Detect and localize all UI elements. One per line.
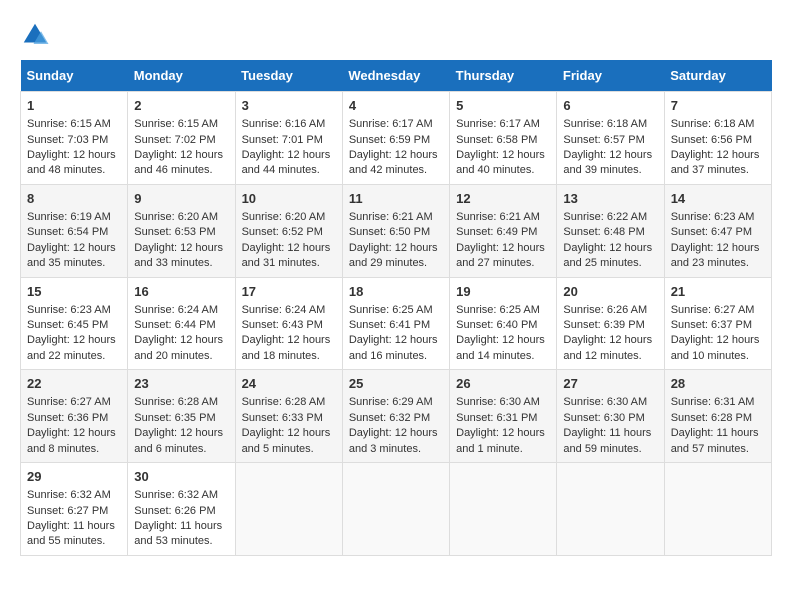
day-cell-26: 26Sunrise: 6:30 AMSunset: 6:31 PMDayligh… — [450, 370, 557, 463]
day-cell-5: 5Sunrise: 6:17 AMSunset: 6:58 PMDaylight… — [450, 92, 557, 185]
calendar-table: SundayMondayTuesdayWednesdayThursdayFrid… — [20, 60, 772, 556]
day-num: 25 — [349, 375, 443, 393]
day-num: 6 — [563, 97, 657, 115]
day-cell-1: 1Sunrise: 6:15 AMSunset: 7:03 PMDaylight… — [21, 92, 128, 185]
day-cell-23: 23Sunrise: 6:28 AMSunset: 6:35 PMDayligh… — [128, 370, 235, 463]
day-cell-27: 27Sunrise: 6:30 AMSunset: 6:30 PMDayligh… — [557, 370, 664, 463]
calendar-week-4: 29Sunrise: 6:32 AMSunset: 6:27 PMDayligh… — [21, 463, 772, 556]
header-thursday: Thursday — [450, 60, 557, 92]
day-cell-22: 22Sunrise: 6:27 AMSunset: 6:36 PMDayligh… — [21, 370, 128, 463]
day-num: 26 — [456, 375, 550, 393]
day-num: 3 — [242, 97, 336, 115]
day-cell-15: 15Sunrise: 6:23 AMSunset: 6:45 PMDayligh… — [21, 277, 128, 370]
calendar-header-row: SundayMondayTuesdayWednesdayThursdayFrid… — [21, 60, 772, 92]
day-cell-3: 3Sunrise: 6:16 AMSunset: 7:01 PMDaylight… — [235, 92, 342, 185]
day-num: 27 — [563, 375, 657, 393]
day-num: 23 — [134, 375, 228, 393]
day-cell-20: 20Sunrise: 6:26 AMSunset: 6:39 PMDayligh… — [557, 277, 664, 370]
day-cell-13: 13Sunrise: 6:22 AMSunset: 6:48 PMDayligh… — [557, 184, 664, 277]
day-num: 7 — [671, 97, 765, 115]
header-friday: Friday — [557, 60, 664, 92]
day-num: 17 — [242, 283, 336, 301]
day-num: 16 — [134, 283, 228, 301]
day-cell-9: 9Sunrise: 6:20 AMSunset: 6:53 PMDaylight… — [128, 184, 235, 277]
day-num: 24 — [242, 375, 336, 393]
header-tuesday: Tuesday — [235, 60, 342, 92]
day-cell-2: 2Sunrise: 6:15 AMSunset: 7:02 PMDaylight… — [128, 92, 235, 185]
day-num: 4 — [349, 97, 443, 115]
calendar-week-1: 8Sunrise: 6:19 AMSunset: 6:54 PMDaylight… — [21, 184, 772, 277]
header-saturday: Saturday — [664, 60, 771, 92]
header-sunday: Sunday — [21, 60, 128, 92]
calendar-week-3: 22Sunrise: 6:27 AMSunset: 6:36 PMDayligh… — [21, 370, 772, 463]
calendar-week-2: 15Sunrise: 6:23 AMSunset: 6:45 PMDayligh… — [21, 277, 772, 370]
day-num: 13 — [563, 190, 657, 208]
day-num: 20 — [563, 283, 657, 301]
day-cell-30: 30Sunrise: 6:32 AMSunset: 6:26 PMDayligh… — [128, 463, 235, 556]
day-cell-24: 24Sunrise: 6:28 AMSunset: 6:33 PMDayligh… — [235, 370, 342, 463]
day-num: 30 — [134, 468, 228, 486]
logo — [20, 20, 54, 50]
day-cell-7: 7Sunrise: 6:18 AMSunset: 6:56 PMDaylight… — [664, 92, 771, 185]
logo-icon — [20, 20, 50, 50]
day-num: 9 — [134, 190, 228, 208]
day-cell-18: 18Sunrise: 6:25 AMSunset: 6:41 PMDayligh… — [342, 277, 449, 370]
day-num: 18 — [349, 283, 443, 301]
day-cell-28: 28Sunrise: 6:31 AMSunset: 6:28 PMDayligh… — [664, 370, 771, 463]
day-num: 2 — [134, 97, 228, 115]
day-cell-14: 14Sunrise: 6:23 AMSunset: 6:47 PMDayligh… — [664, 184, 771, 277]
header-wednesday: Wednesday — [342, 60, 449, 92]
day-num: 28 — [671, 375, 765, 393]
day-num: 14 — [671, 190, 765, 208]
day-cell-10: 10Sunrise: 6:20 AMSunset: 6:52 PMDayligh… — [235, 184, 342, 277]
day-cell-12: 12Sunrise: 6:21 AMSunset: 6:49 PMDayligh… — [450, 184, 557, 277]
day-num: 5 — [456, 97, 550, 115]
day-cell-11: 11Sunrise: 6:21 AMSunset: 6:50 PMDayligh… — [342, 184, 449, 277]
day-num: 11 — [349, 190, 443, 208]
day-cell-empty — [557, 463, 664, 556]
day-num: 8 — [27, 190, 121, 208]
day-num: 22 — [27, 375, 121, 393]
calendar-week-0: 1Sunrise: 6:15 AMSunset: 7:03 PMDaylight… — [21, 92, 772, 185]
day-cell-empty — [450, 463, 557, 556]
day-cell-4: 4Sunrise: 6:17 AMSunset: 6:59 PMDaylight… — [342, 92, 449, 185]
day-cell-17: 17Sunrise: 6:24 AMSunset: 6:43 PMDayligh… — [235, 277, 342, 370]
day-cell-empty — [342, 463, 449, 556]
header-monday: Monday — [128, 60, 235, 92]
page-header — [20, 20, 772, 50]
day-num: 29 — [27, 468, 121, 486]
day-cell-21: 21Sunrise: 6:27 AMSunset: 6:37 PMDayligh… — [664, 277, 771, 370]
day-num: 10 — [242, 190, 336, 208]
day-num: 15 — [27, 283, 121, 301]
day-num: 19 — [456, 283, 550, 301]
day-cell-16: 16Sunrise: 6:24 AMSunset: 6:44 PMDayligh… — [128, 277, 235, 370]
day-cell-29: 29Sunrise: 6:32 AMSunset: 6:27 PMDayligh… — [21, 463, 128, 556]
day-num: 1 — [27, 97, 121, 115]
day-cell-19: 19Sunrise: 6:25 AMSunset: 6:40 PMDayligh… — [450, 277, 557, 370]
day-cell-6: 6Sunrise: 6:18 AMSunset: 6:57 PMDaylight… — [557, 92, 664, 185]
day-cell-25: 25Sunrise: 6:29 AMSunset: 6:32 PMDayligh… — [342, 370, 449, 463]
day-num: 21 — [671, 283, 765, 301]
day-cell-empty — [664, 463, 771, 556]
day-num: 12 — [456, 190, 550, 208]
day-cell-8: 8Sunrise: 6:19 AMSunset: 6:54 PMDaylight… — [21, 184, 128, 277]
day-cell-empty — [235, 463, 342, 556]
